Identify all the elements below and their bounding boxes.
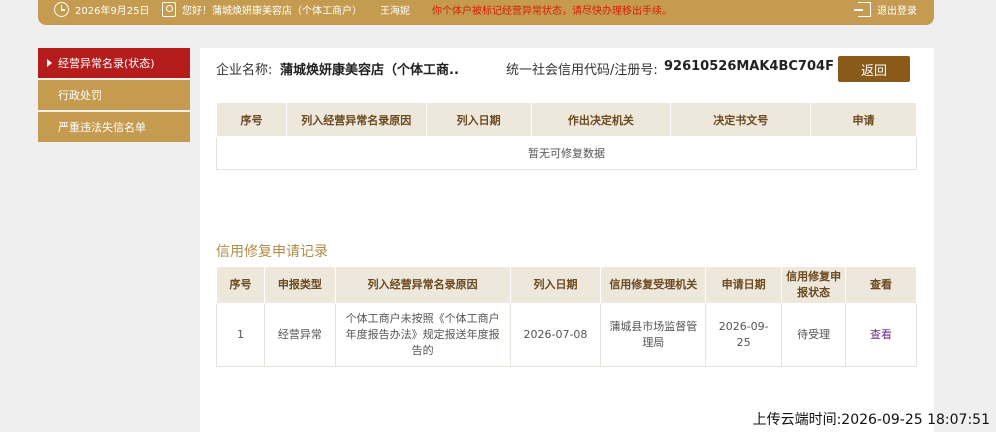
back-button[interactable]: 返回 [838, 56, 910, 82]
column-header: 决定书文号 [670, 102, 812, 137]
sidebar-item-admin-penalty[interactable]: 行政处罚 [38, 80, 190, 110]
column-header: 列入日期 [509, 266, 602, 304]
cell-view: 查看 [845, 303, 917, 367]
column-header: 信用修复受理机关 [600, 266, 707, 304]
cell-status: 待受理 [781, 303, 847, 367]
greeting-block: 您好！蒲城焕妍康美容店（个体工商户） [162, 0, 362, 19]
column-header: 列入日期 [425, 102, 532, 137]
cell-apply-date: 2026-09-25 [705, 303, 783, 367]
empty-message: 暂无可修复数据 [216, 136, 917, 170]
column-header: 序号 [216, 102, 287, 137]
user-name: 王海妮 [380, 6, 410, 17]
logout-icon [854, 2, 871, 17]
column-header: 查看 [845, 266, 917, 304]
company-info: 企业名称: 蒲城焕妍康美容店（个体工商.. 统一社会信用代码/注册号: 9261… [216, 56, 910, 82]
sidebar-item-label: 严重违法失信名单 [58, 121, 146, 134]
upload-timestamp: 上传云端时间:2026-09-25 18:07:51 [752, 412, 990, 428]
date-block: 2026年9月25日 [54, 0, 150, 19]
credit-code-value: 92610526MAK4BC704F [664, 59, 834, 74]
column-header: 列入经营异常名录原因 [334, 266, 511, 304]
company-name-value: 蒲城焕妍康美容店（个体工商.. [280, 63, 459, 78]
column-header: 序号 [216, 266, 265, 304]
sidebar-item-label: 经营异常名录(状态) [58, 57, 155, 70]
column-header: 申请日期 [705, 266, 783, 304]
column-header: 申报类型 [263, 266, 336, 304]
table-row: 暂无可修复数据 [216, 136, 917, 170]
warning-text: 你个体户被标记经营异常状态，请尽快办理移出手续。 [432, 6, 672, 17]
side-nav: 经营异常名录(状态) 行政处罚 严重违法失信名单 [38, 48, 190, 144]
caret-right-icon [47, 59, 52, 67]
sidebar-item-abnormal-list[interactable]: 经营异常名录(状态) [38, 48, 190, 78]
current-date: 2026年9月25日 [75, 6, 150, 17]
company-name-label: 企业名称: [216, 63, 273, 78]
greeting-text: 您好！蒲城焕妍康美容店（个体工商户） [182, 6, 362, 17]
cell-reason: 个体工商户未按照《个体工商户年度报告办法》规定报送年度报告的 [334, 303, 511, 367]
repair-table: 序号 列入经营异常名录原因 列入日期 作出决定机关 决定书文号 申请 暂无可修复… [216, 102, 917, 170]
table-header-row: 序号 申报类型 列入经营异常名录原因 列入日期 信用修复受理机关 申请日期 信用… [216, 266, 917, 304]
main-panel: 企业名称: 蒲城焕妍康美容店（个体工商.. 统一社会信用代码/注册号: 9261… [200, 48, 934, 432]
cell-agency: 蒲城县市场监督管理局 [600, 303, 707, 367]
top-bar: 2026年9月25日 您好！蒲城焕妍康美容店（个体工商户） 王海妮 你个体户被标… [38, 0, 934, 25]
user-icon [162, 2, 176, 17]
table-row: 1 经营异常 个体工商户未按照《个体工商户年度报告办法》规定报送年度报告的 20… [216, 303, 917, 367]
column-header: 信用修复申报状态 [781, 266, 847, 304]
logout-button[interactable]: 退出登录 [854, 0, 917, 19]
records-table: 序号 申报类型 列入经营异常名录原因 列入日期 信用修复受理机关 申请日期 信用… [216, 266, 917, 367]
sidebar-item-serious-violation[interactable]: 严重违法失信名单 [38, 112, 190, 142]
cell-list-date: 2026-07-08 [509, 303, 602, 367]
column-header: 列入经营异常名录原因 [285, 102, 427, 137]
table-header-row: 序号 列入经营异常名录原因 列入日期 作出决定机关 决定书文号 申请 [216, 102, 917, 137]
view-link[interactable]: 查看 [870, 328, 892, 341]
cell-type: 经营异常 [263, 303, 336, 367]
clock-icon [54, 2, 69, 17]
column-header: 申请 [810, 102, 917, 137]
logout-label: 退出登录 [877, 6, 917, 17]
credit-code-label: 统一社会信用代码/注册号: [506, 63, 658, 78]
records-section-title: 信用修复申请记录 [216, 244, 328, 260]
cell-index: 1 [216, 303, 265, 367]
sidebar-item-label: 行政处罚 [58, 89, 102, 102]
column-header: 作出决定机关 [530, 102, 672, 137]
